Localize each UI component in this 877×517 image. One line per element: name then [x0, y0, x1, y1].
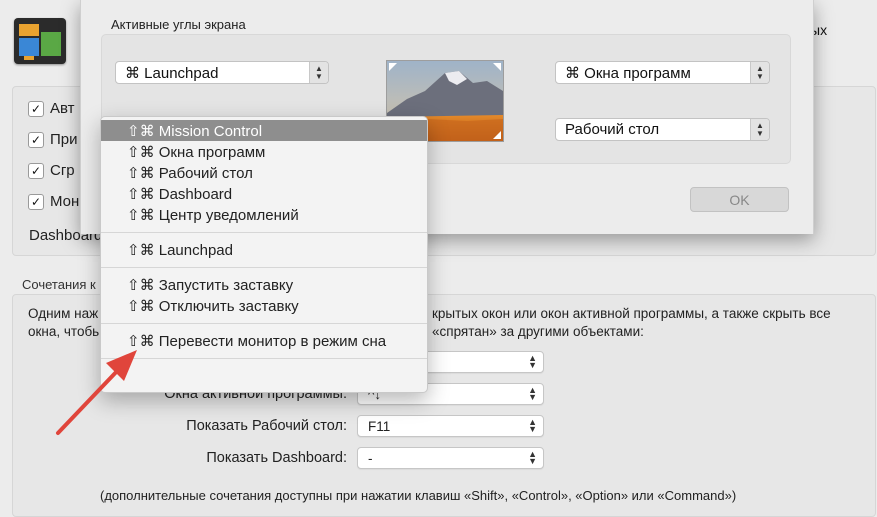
red-arrow-annotation [56, 350, 137, 435]
